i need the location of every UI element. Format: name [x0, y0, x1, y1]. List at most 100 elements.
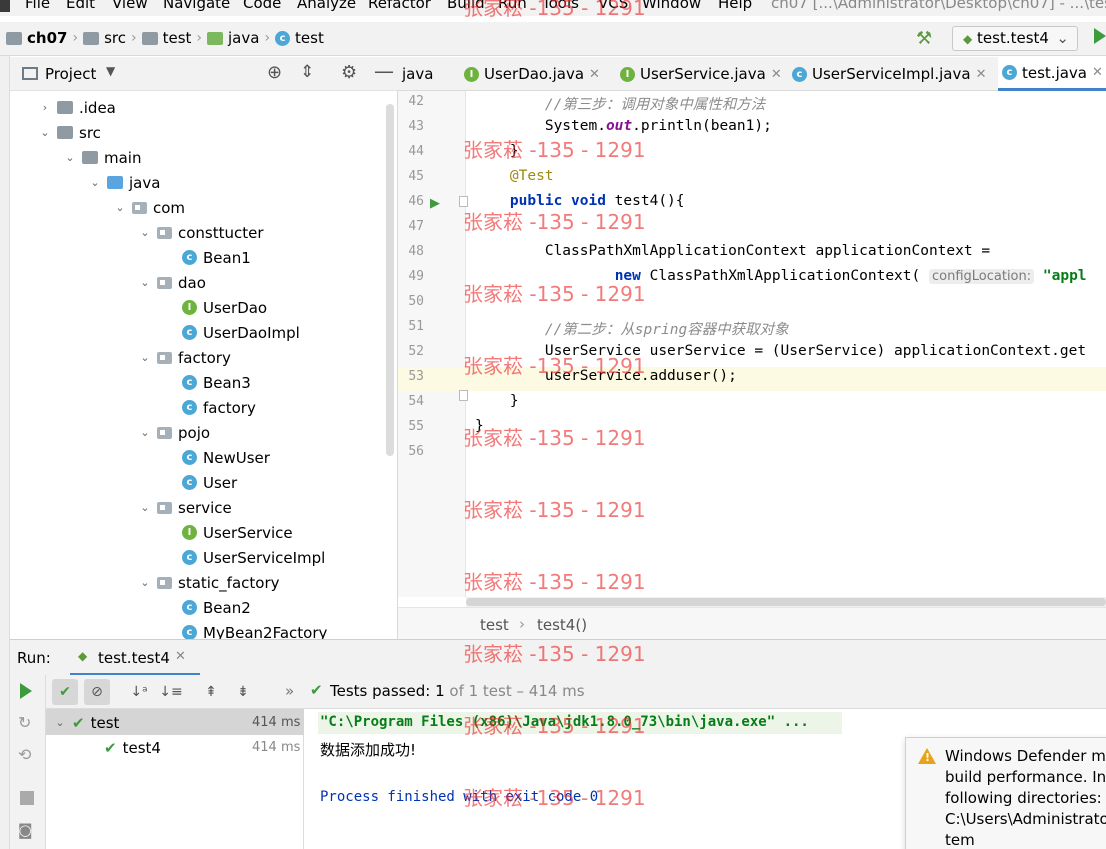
test-row[interactable]: ⌄ ✔ test — [54, 710, 119, 735]
editor-tab-java[interactable]: java — [398, 57, 437, 91]
minimize-icon[interactable]: — — [374, 59, 394, 83]
collapse-all-icon[interactable]: ⇟ — [230, 679, 256, 705]
chevron-right-icon[interactable]: › — [39, 101, 51, 114]
code-line[interactable]: ClassPathXmlApplicationContext applicati… — [475, 243, 990, 259]
tree-item-userdaoimpl[interactable]: c UserDaoImpl — [164, 320, 300, 345]
tree-item-factory[interactable]: ⌄ factory — [139, 345, 230, 370]
class-icon: c — [182, 600, 197, 615]
breadcrumb-method[interactable]: test4() — [537, 616, 587, 634]
code-line[interactable]: } — [475, 393, 519, 409]
tree-item-idea[interactable]: › .idea — [39, 95, 116, 120]
show-ignored-toggle[interactable]: ⊘ — [84, 679, 110, 705]
menu-item-analyze[interactable]: Analyze — [297, 0, 356, 12]
chevron-right-icon: › — [130, 30, 137, 46]
code-line[interactable]: System.out.println(bean1); — [475, 118, 772, 134]
run-tab-label[interactable]: test.test4 — [98, 649, 170, 667]
breadcrumb-class[interactable]: test — [480, 616, 509, 634]
run-icon[interactable] — [1094, 28, 1106, 44]
class-icon: c — [182, 625, 197, 639]
expand-all-icon[interactable]: ⇞ — [198, 679, 224, 705]
sort-by-duration-icon[interactable]: ↓≡ — [158, 679, 184, 705]
chevron-down-icon[interactable]: ⌄ — [89, 176, 101, 189]
menu-item-navigate[interactable]: Navigate — [163, 0, 230, 12]
tree-item-src[interactable]: ⌄ src — [39, 120, 101, 145]
tree-item-static-factory[interactable]: ⌄ static_factory — [139, 570, 279, 595]
breadcrumb-test[interactable]: test — [163, 29, 192, 47]
chevron-down-icon[interactable]: ⌄ — [39, 126, 51, 139]
tests-status-prefix: Tests passed: — [330, 682, 431, 700]
code-line[interactable]: //第三步：调用对象中属性和方法 — [475, 93, 765, 114]
tree-item-main[interactable]: ⌄ main — [64, 145, 141, 170]
breadcrumb-java[interactable]: java — [228, 29, 259, 47]
breadcrumb-project[interactable]: ch07 — [27, 29, 67, 47]
chevron-down-icon[interactable]: ⌄ — [64, 151, 76, 164]
tree-item-pojo[interactable]: ⌄ pojo — [139, 420, 210, 445]
chevron-down-icon[interactable]: ⌄ — [114, 201, 126, 214]
editor-tab-userdao-java[interactable]: I UserDao.java ✕ — [460, 57, 604, 91]
tree-scrollbar[interactable] — [386, 104, 394, 456]
chevron-down-icon[interactable]: ⌄ — [139, 226, 151, 239]
tree-item-bean1[interactable]: c Bean1 — [164, 245, 251, 270]
toggle-auto-test-icon[interactable]: ⟲ — [18, 745, 31, 764]
run-test-gutter-icon[interactable]: ▶ — [430, 196, 440, 211]
rerun-failed-icon[interactable]: ↻ — [18, 713, 31, 732]
collapse-all-icon[interactable]: ⇕ — [300, 62, 314, 82]
tree-item-consttucter[interactable]: ⌄ consttucter — [139, 220, 264, 245]
camera-icon[interactable]: ◙ — [18, 821, 33, 839]
menu-item-edit[interactable]: Edit — [66, 0, 95, 12]
tree-item-com[interactable]: ⌄ com — [114, 195, 185, 220]
editor-tab-userservice-java[interactable]: I UserService.java ✕ — [616, 57, 786, 91]
tree-item-service[interactable]: ⌄ service — [139, 495, 231, 520]
close-icon[interactable]: ✕ — [175, 649, 186, 664]
editor-tab-test-java[interactable]: c test.java ✕ — [998, 57, 1106, 91]
sort-alphabetically-icon[interactable]: ↓ᵃ — [126, 679, 152, 705]
locate-icon[interactable]: ⊕ — [267, 62, 282, 83]
gear-icon[interactable]: ⚙ — [341, 62, 357, 83]
more-icon[interactable]: » — [285, 682, 294, 700]
breadcrumb-src[interactable]: src — [104, 29, 126, 47]
breadcrumb-file[interactable]: test — [295, 29, 324, 47]
test-row[interactable]: ✔ test4 — [104, 735, 161, 760]
chevron-down-icon[interactable]: ⌄ — [139, 426, 151, 439]
menu-item-view[interactable]: View — [112, 0, 148, 12]
tree-item-label: consttucter — [178, 223, 264, 242]
close-icon[interactable]: ✕ — [771, 67, 782, 82]
windows-defender-notification[interactable]: Windows Defender mi build performance. I… — [905, 737, 1106, 849]
editor-tab-userserviceimpl-java[interactable]: c UserServiceImpl.java ✕ — [788, 57, 990, 91]
close-icon[interactable]: ✕ — [589, 67, 600, 82]
chevron-down-icon[interactable]: ⌄ — [139, 351, 151, 364]
tree-item-factory[interactable]: c factory — [164, 395, 256, 420]
tree-item-userservice[interactable]: I UserService — [164, 520, 293, 545]
editor-horizontal-scrollbar[interactable] — [466, 597, 1106, 607]
chevron-down-icon[interactable]: ⌄ — [139, 576, 151, 589]
tree-item-java[interactable]: ⌄ java — [89, 170, 160, 195]
close-icon[interactable]: ✕ — [1092, 65, 1103, 80]
stop-icon[interactable] — [20, 791, 34, 805]
tree-item-newuser[interactable]: c NewUser — [164, 445, 270, 470]
tree-item-bean2[interactable]: c Bean2 — [164, 595, 251, 620]
menu-item-help[interactable]: Help — [718, 0, 752, 12]
close-icon[interactable]: ✕ — [976, 67, 987, 82]
chevron-down-icon[interactable]: ⌄ — [139, 276, 151, 289]
menu-item-window[interactable]: Window — [642, 0, 701, 12]
tree-item-user[interactable]: c User — [164, 470, 237, 495]
tree-item-dao[interactable]: ⌄ dao — [139, 270, 206, 295]
tree-item-userserviceimpl[interactable]: c UserServiceImpl — [164, 545, 325, 570]
run-configuration-select[interactable]: ◆ test.test4 ⌄ — [952, 26, 1078, 51]
menu-item-code[interactable]: Code — [243, 0, 281, 12]
project-panel-title[interactable]: Project — [45, 65, 96, 83]
tree-item-mybean2factory[interactable]: c MyBean2Factory — [164, 620, 327, 639]
rerun-icon[interactable] — [20, 683, 32, 699]
fold-marker-icon[interactable] — [459, 390, 468, 401]
show-passed-toggle[interactable]: ✔ — [52, 679, 78, 705]
menu-item-refactor[interactable]: Refactor — [368, 0, 431, 12]
menu-item-file[interactable]: File — [25, 0, 50, 12]
code-line[interactable]: @Test — [475, 168, 554, 184]
hammer-build-icon[interactable]: ⚒ — [916, 28, 932, 49]
chevron-down-icon[interactable]: ⌄ — [139, 501, 151, 514]
tree-item-userdao[interactable]: I UserDao — [164, 295, 267, 320]
tree-item-bean3[interactable]: c Bean3 — [164, 370, 251, 395]
code-line[interactable]: //第二步：从spring容器中获取对象 — [475, 318, 789, 339]
tree-item-label: src — [79, 123, 101, 142]
chevron-down-icon[interactable]: ▼ — [106, 64, 115, 78]
